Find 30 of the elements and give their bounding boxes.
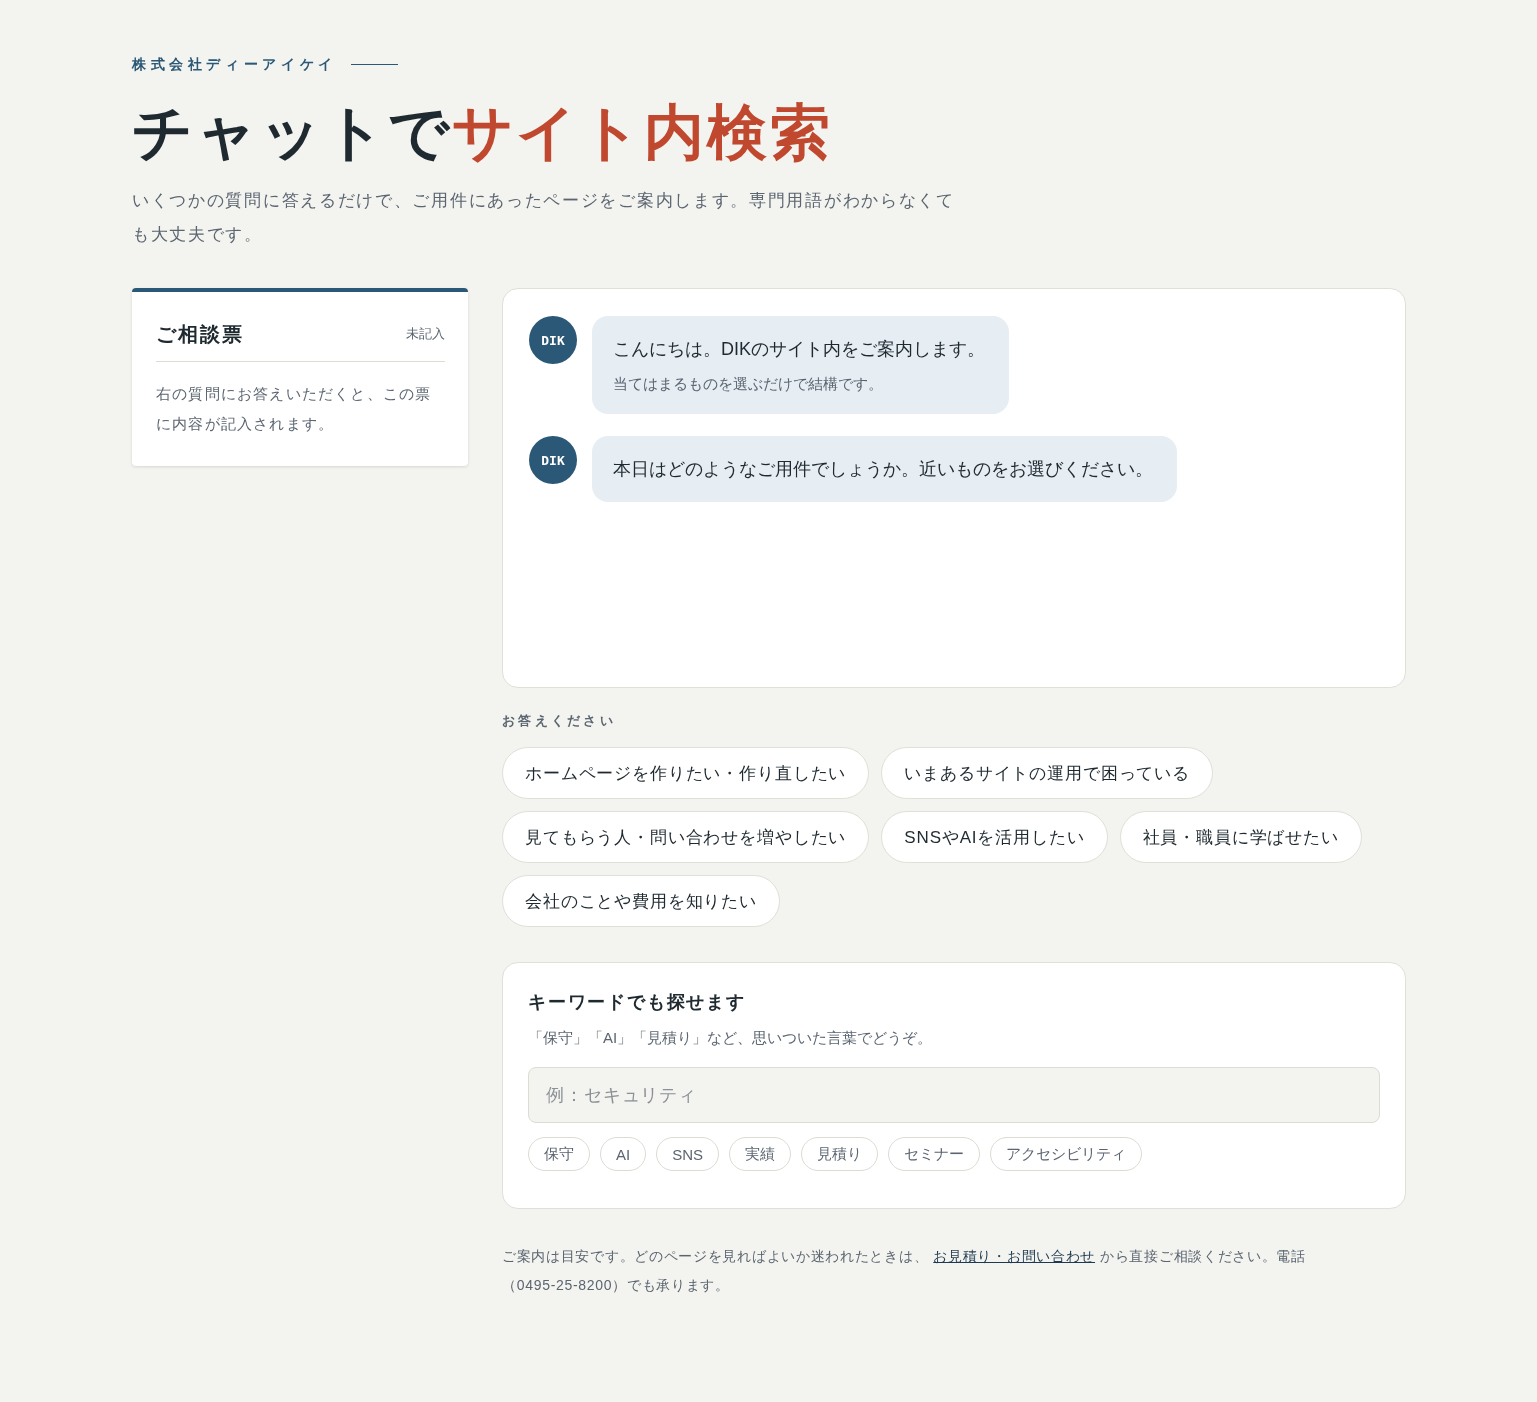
keyword-tag[interactable]: セミナー: [888, 1137, 981, 1171]
choice-button[interactable]: いまあるサイトの運用で困っている: [881, 747, 1213, 799]
choice-button[interactable]: 見てもらう人・問い合わせを増やしたい: [502, 811, 870, 863]
ticket-title: ご相談票: [156, 322, 244, 347]
company-name: 株式会社ディーアイケイ: [132, 55, 337, 74]
keyword-tag[interactable]: 保守: [528, 1137, 590, 1171]
message-text: 本日はどのようなご用件でしょうか。近いものをお選びください。: [613, 458, 1153, 481]
keyword-tag[interactable]: アクセシビリティ: [990, 1137, 1143, 1171]
keyword-hint: 「保守」「AI」「見積り」など、思いついた言葉でどうぞ。: [528, 1028, 934, 1048]
answer-prompt: お答えください: [502, 712, 617, 730]
keyword-tag[interactable]: SNS: [656, 1137, 720, 1171]
ticket-note: 右の質問にお答えいただくと、この票に内容が記入されます。: [156, 384, 433, 434]
bot-avatar: DIK: [529, 316, 577, 364]
message-subtext: 当てはまるものを選ぶだけで結構です。: [613, 374, 884, 394]
keyword-tag[interactable]: 実績: [729, 1137, 792, 1171]
page-title: チャットでサイト内検索: [132, 99, 834, 168]
lead-text: いくつかの質問に答えるだけで、ご用件にあったページをご案内します。専門用語がわからなくても大丈夫です。: [132, 190, 956, 246]
footer-note: ご案内は目安です。どのページを見ればよいか迷われたときは、 お見積り・お問い合わせ から直接ご相談ください。電話（0495-25-8200）でも承ります。: [502, 1247, 1307, 1295]
choice-button[interactable]: 会社のことや費用を知りたい: [502, 875, 781, 927]
choice-button[interactable]: ホームページを作りたい・作り直したい: [502, 747, 870, 799]
ticket-status: 未記入: [406, 325, 445, 343]
bot-avatar: DIK: [529, 436, 577, 484]
choice-button[interactable]: 社員・職員に学ばせたい: [1119, 811, 1362, 863]
choice-button[interactable]: SNSやAIを活用したい: [881, 811, 1108, 863]
contact-link[interactable]: お見積り・お問い合わせ: [933, 1248, 1095, 1264]
keyword-tag[interactable]: 見積り: [801, 1137, 879, 1171]
keyword-title: キーワードでも探せます: [528, 991, 747, 1014]
keyword-tag[interactable]: AI: [600, 1137, 647, 1171]
keyword-input[interactable]: 例：セキュリティ: [528, 1067, 1380, 1123]
message-text: こんにちは。DIKのサイト内をご案内します。: [613, 338, 985, 361]
